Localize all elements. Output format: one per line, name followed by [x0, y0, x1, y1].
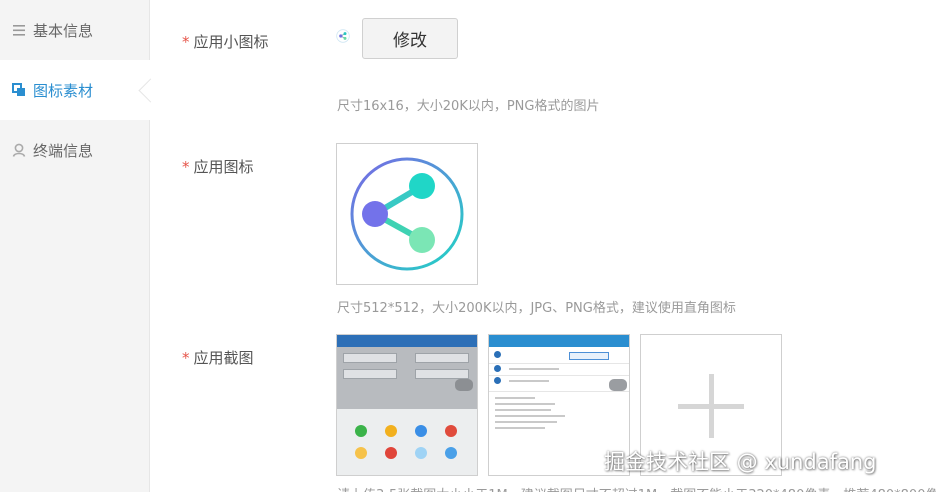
modify-button[interactable]: 修改: [362, 18, 458, 59]
thumb-chip: [343, 369, 397, 379]
small-icon-hint: 尺寸16x16，大小20K以内，PNG格式的图片: [337, 99, 600, 114]
sidebar-item-terminal-info[interactable]: 终端信息: [0, 120, 150, 180]
thumb-divider: [489, 391, 629, 392]
thumb-status-bar: [489, 335, 629, 347]
thumb-app-dot: [355, 425, 367, 437]
thumb-text-line: [509, 380, 549, 382]
image-copy-icon: [12, 83, 26, 97]
thumb-divider: [489, 363, 629, 364]
sidebar-item-label: 终端信息: [33, 141, 94, 160]
thumb-text-line: [495, 421, 557, 423]
thumb-share-panel: [337, 409, 477, 475]
thumb-app-dot: [385, 425, 397, 437]
sidebar-item-label: 基本信息: [33, 21, 94, 40]
thumb-text-line: [509, 368, 559, 370]
sidebar-item-icon-assets[interactable]: 图标素材: [0, 60, 150, 120]
thumb-text-line: [495, 427, 545, 429]
thumb-chip: [415, 369, 469, 379]
thumb-text-line: [495, 397, 535, 399]
screenshot-thumb-1[interactable]: [336, 334, 478, 476]
app-icon-preview[interactable]: [336, 143, 478, 285]
small-icon-label-text: 应用小图标: [193, 33, 269, 51]
sidebar-item-label: 图标素材: [33, 81, 94, 100]
sidebar: 基本信息 图标素材 终端信息: [0, 0, 150, 492]
required-mark: *: [182, 33, 190, 51]
app-icon-label: * 应用图标: [182, 156, 254, 177]
required-mark: *: [182, 349, 190, 367]
share-small-icon: [336, 29, 350, 43]
thumb-text-line: [495, 409, 551, 411]
app-icon-label-text: 应用图标: [193, 158, 254, 176]
thumb-app-dot: [445, 447, 457, 459]
watermark: 掘金技术社区 @ xundafang: [604, 450, 877, 474]
thumb-app-dot: [445, 425, 457, 437]
thumb-status-bar: [337, 335, 477, 347]
share-app-icon: [350, 157, 464, 271]
thumb-chip: [415, 353, 469, 363]
thumb-text-line: [495, 415, 565, 417]
thumb-divider: [489, 375, 629, 376]
thumb-app-dot: [355, 447, 367, 459]
thumb-chip: [343, 353, 397, 363]
screenshots-label-text: 应用截图: [193, 349, 254, 367]
thumb-app-dot: [415, 425, 427, 437]
sidebar-item-basic-info[interactable]: 基本信息: [0, 0, 150, 60]
thumb-text-line: [495, 403, 555, 405]
app-icon-hint: 尺寸512*512，大小200K以内，JPG、PNG格式，建议使用直角图标: [337, 301, 736, 316]
thumb-float-button: [609, 379, 627, 391]
thumb-list-icon: [494, 365, 501, 372]
small-icon-label: * 应用小图标: [182, 31, 269, 52]
thumb-list-icon: [494, 377, 501, 384]
user-icon: [12, 143, 26, 157]
screenshots-label: * 应用截图: [182, 347, 254, 368]
required-mark: *: [182, 158, 190, 176]
thumb-list-icon: [494, 351, 501, 358]
list-icon: [12, 23, 26, 37]
thumb-badge: [569, 352, 609, 360]
screenshots-hint: 请上传3-5张截图大小小于1M，建议截图尺寸不超过1M，截图不能小于320*48…: [337, 484, 936, 492]
thumb-float-button: [455, 379, 473, 391]
thumb-app-dot: [415, 447, 427, 459]
thumb-app-dot: [385, 447, 397, 459]
